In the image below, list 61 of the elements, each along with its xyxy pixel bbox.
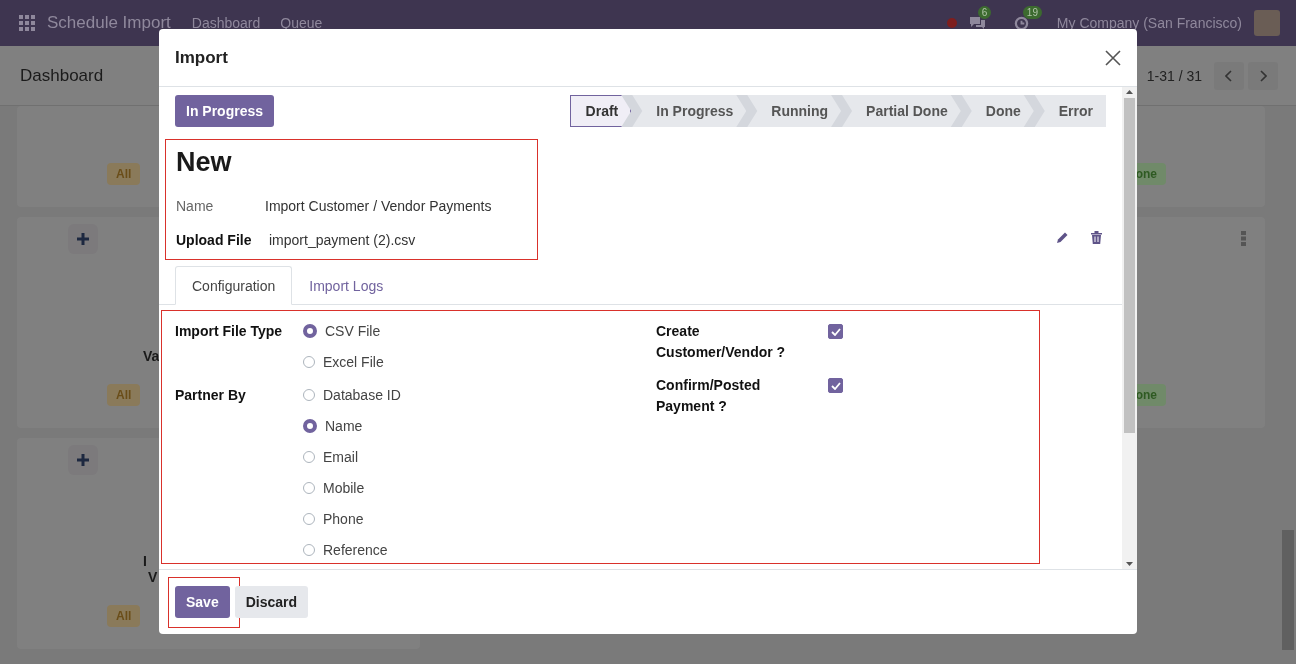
radio-button[interactable]: [303, 324, 317, 338]
add-button[interactable]: [68, 445, 98, 475]
menu-link[interactable]: Queue: [280, 15, 323, 31]
checkbox[interactable]: [828, 378, 843, 393]
previous-page-button[interactable]: [1214, 61, 1244, 90]
status-dot-icon: [946, 18, 957, 28]
trash-icon[interactable]: [1091, 231, 1102, 244]
dialog-scrollbar[interactable]: [1122, 87, 1137, 569]
field-value: import_payment (2).csv: [268, 232, 416, 248]
add-button[interactable]: [68, 224, 98, 254]
dialog-title: Import: [175, 47, 228, 68]
chevron-left-icon: [1225, 69, 1233, 82]
apps-menu-icon[interactable]: [19, 15, 35, 31]
stage-step[interactable]: Partial Done: [842, 95, 961, 127]
radio-label[interactable]: Name: [325, 418, 363, 434]
pager-value[interactable]: 1-31 / 31: [1146, 67, 1202, 84]
scroll-up-arrow-icon[interactable]: [1126, 90, 1133, 94]
stage-step[interactable]: Running: [747, 95, 842, 127]
plus-icon: [77, 454, 89, 466]
stage-step[interactable]: In Progress: [632, 95, 747, 127]
next-page-button[interactable]: [1248, 61, 1278, 90]
stage-step[interactable]: Error: [1034, 95, 1106, 127]
app-title: Schedule Import: [47, 13, 171, 33]
field-label: Name: [176, 198, 215, 214]
radio-label[interactable]: Mobile: [323, 480, 365, 496]
radio-label[interactable]: Reference: [323, 542, 388, 558]
scroll-down-arrow-icon[interactable]: [1126, 562, 1133, 566]
radio-label[interactable]: Phone: [323, 511, 364, 527]
plus-icon: [77, 233, 89, 245]
radio-label[interactable]: CSV File: [325, 323, 381, 339]
card-title: V: [147, 569, 158, 585]
field-label: Partner By: [175, 386, 247, 405]
field-value: Import Customer / Vendor Payments: [265, 198, 492, 214]
tab[interactable]: Import Logs: [292, 266, 401, 305]
record-title: New: [176, 146, 233, 178]
activity-count-badge: 19: [1022, 5, 1042, 19]
message-count-badge: 6: [977, 6, 992, 19]
card-title: I: [143, 553, 147, 569]
menu-link[interactable]: Dashboard: [191, 15, 261, 31]
tab[interactable]: Configuration: [175, 266, 293, 305]
dialog-button[interactable]: Discard: [234, 586, 309, 618]
radio-label[interactable]: Database ID: [323, 387, 401, 403]
stage-step[interactable]: Done: [961, 95, 1034, 127]
dialog-button[interactable]: Save: [175, 586, 230, 618]
stage-step[interactable]: Draft: [569, 95, 632, 127]
breadcrumb-title: Dashboard: [20, 65, 104, 86]
chevron-right-icon: [1259, 69, 1267, 82]
radio-label[interactable]: Email: [323, 449, 358, 465]
in-progress-button[interactable]: In Progress: [175, 95, 275, 127]
field-label: Create Customer/Vendor ?: [656, 322, 787, 362]
clock-icon[interactable]: [1013, 15, 1029, 31]
field-label: Import File Type: [175, 322, 284, 341]
radio-button[interactable]: [303, 419, 317, 433]
field-label: Upload File: [176, 232, 253, 248]
checkbox[interactable]: [828, 324, 843, 339]
pencil-icon[interactable]: [1056, 231, 1069, 244]
radio-label[interactable]: Excel File: [323, 354, 384, 370]
card-title: Va: [143, 348, 160, 364]
field-label: Confirm/Posted Payment ?: [656, 376, 762, 416]
chat-bubbles-icon[interactable]: [968, 16, 986, 30]
close-icon[interactable]: [1105, 49, 1121, 66]
